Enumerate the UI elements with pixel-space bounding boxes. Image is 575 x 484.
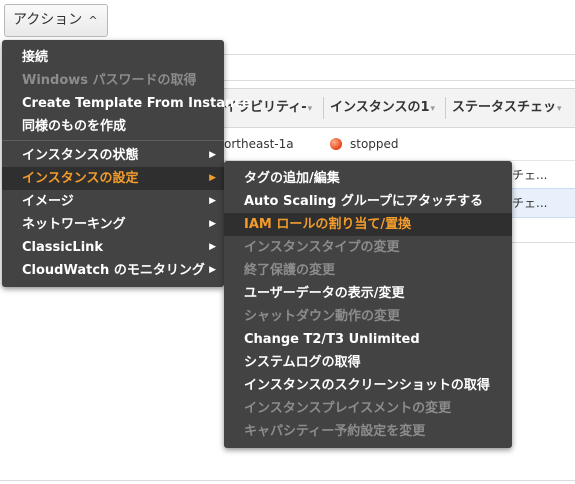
menu-separator [2,140,224,141]
submenu-item-change-shutdown-behavior: シャットダウン動作の変更 [244,309,401,324]
submenu-item-add-edit-tags[interactable]: タグの追加/編集 [224,167,512,190]
submenu-item-change-instance-type: インスタンスタイプの変更 [244,240,400,255]
submenu-item-attach-replace-iam-role[interactable]: IAM ロールの割り当て/置換 [224,213,512,236]
submenu-arrow-icon: ▶ [209,196,216,206]
menu-item-connect[interactable]: 接続 [2,46,224,69]
submenu-arrow-icon: ▶ [209,150,216,160]
search-bar-bottom-border [224,80,575,81]
menu-item-instance-settings[interactable]: インスタンスの設定 ▶ [2,167,224,190]
column-divider [323,97,324,119]
submenu-item-get-instance-screenshot[interactable]: インスタンスのスクリーンショットの取得 [224,374,512,397]
instance-state-cell: stopped [330,130,399,158]
menu-item-classiclink[interactable]: ClassicLink ▶ [2,236,224,259]
submenu-arrow-icon: ▶ [209,265,216,275]
instance-settings-submenu: タグの追加/編集 Auto Scaling グループにアタッチする IAM ロー… [224,161,512,448]
chevron-up-icon: ^ [88,14,98,27]
submenu-item-modify-capacity-reservation: キャパシティー予約設定を変更 [244,424,426,439]
submenu-item-change-t2-t3-unlimited[interactable]: Change T2/T3 Unlimited [224,328,512,351]
submenu-arrow-icon: ▶ [209,173,216,183]
actions-button[interactable]: アクション ^ [4,4,108,37]
table-header: イラビリティ-▾ インスタンスの1▾ ステータスチェッ▾ [224,88,575,128]
menu-item-launch-more-like-this[interactable]: 同様のものを作成 [2,115,224,138]
column-header-status-checks[interactable]: ステータスチェッ▾ [452,89,570,127]
availability-zone-cell: ortheast-1a [224,137,294,151]
submenu-item-get-system-log[interactable]: システムログの取得 [224,351,512,374]
status-check-cell: チェ... [512,196,548,210]
sort-icon: ▾ [430,104,436,114]
submenu-item-modify-instance-placement: インスタンスプレイスメントの変更 [244,401,452,416]
actions-menu: 接続 Windows パスワードの取得 Create Template From… [2,40,251,287]
menu-item-get-windows-password: Windows パスワードの取得 [22,73,197,88]
page-divider [0,480,575,481]
search-bar-top-border [224,54,575,55]
submenu-item-change-termination-protection: 終了保護の変更 [244,263,336,278]
actions-button-label: アクション [13,12,83,28]
sort-icon: ▾ [307,104,313,114]
menu-item-image[interactable]: イメージ ▶ [2,190,224,213]
column-header-instance-state[interactable]: インスタンスの1▾ [330,89,442,127]
status-check-cell: チェ... [512,168,548,182]
submenu-item-view-change-user-data[interactable]: ユーザーデータの表示/変更 [224,282,512,305]
sort-icon: ▾ [557,104,562,114]
menu-item-create-template[interactable]: Create Template From Instance [2,92,251,115]
submenu-arrow-icon: ▶ [209,242,216,252]
column-divider [445,97,446,119]
menu-item-instance-state[interactable]: インスタンスの状態 ▶ [2,144,224,167]
menu-item-cloudwatch-monitoring[interactable]: CloudWatch のモニタリング ▶ [2,259,224,282]
submenu-item-attach-to-auto-scaling-group[interactable]: Auto Scaling グループにアタッチする [224,190,512,213]
stopped-status-icon [330,138,342,150]
table-row[interactable]: ortheast-1a stopped [224,130,575,158]
menu-item-networking[interactable]: ネットワーキング ▶ [2,213,224,236]
submenu-arrow-icon: ▶ [209,219,216,229]
